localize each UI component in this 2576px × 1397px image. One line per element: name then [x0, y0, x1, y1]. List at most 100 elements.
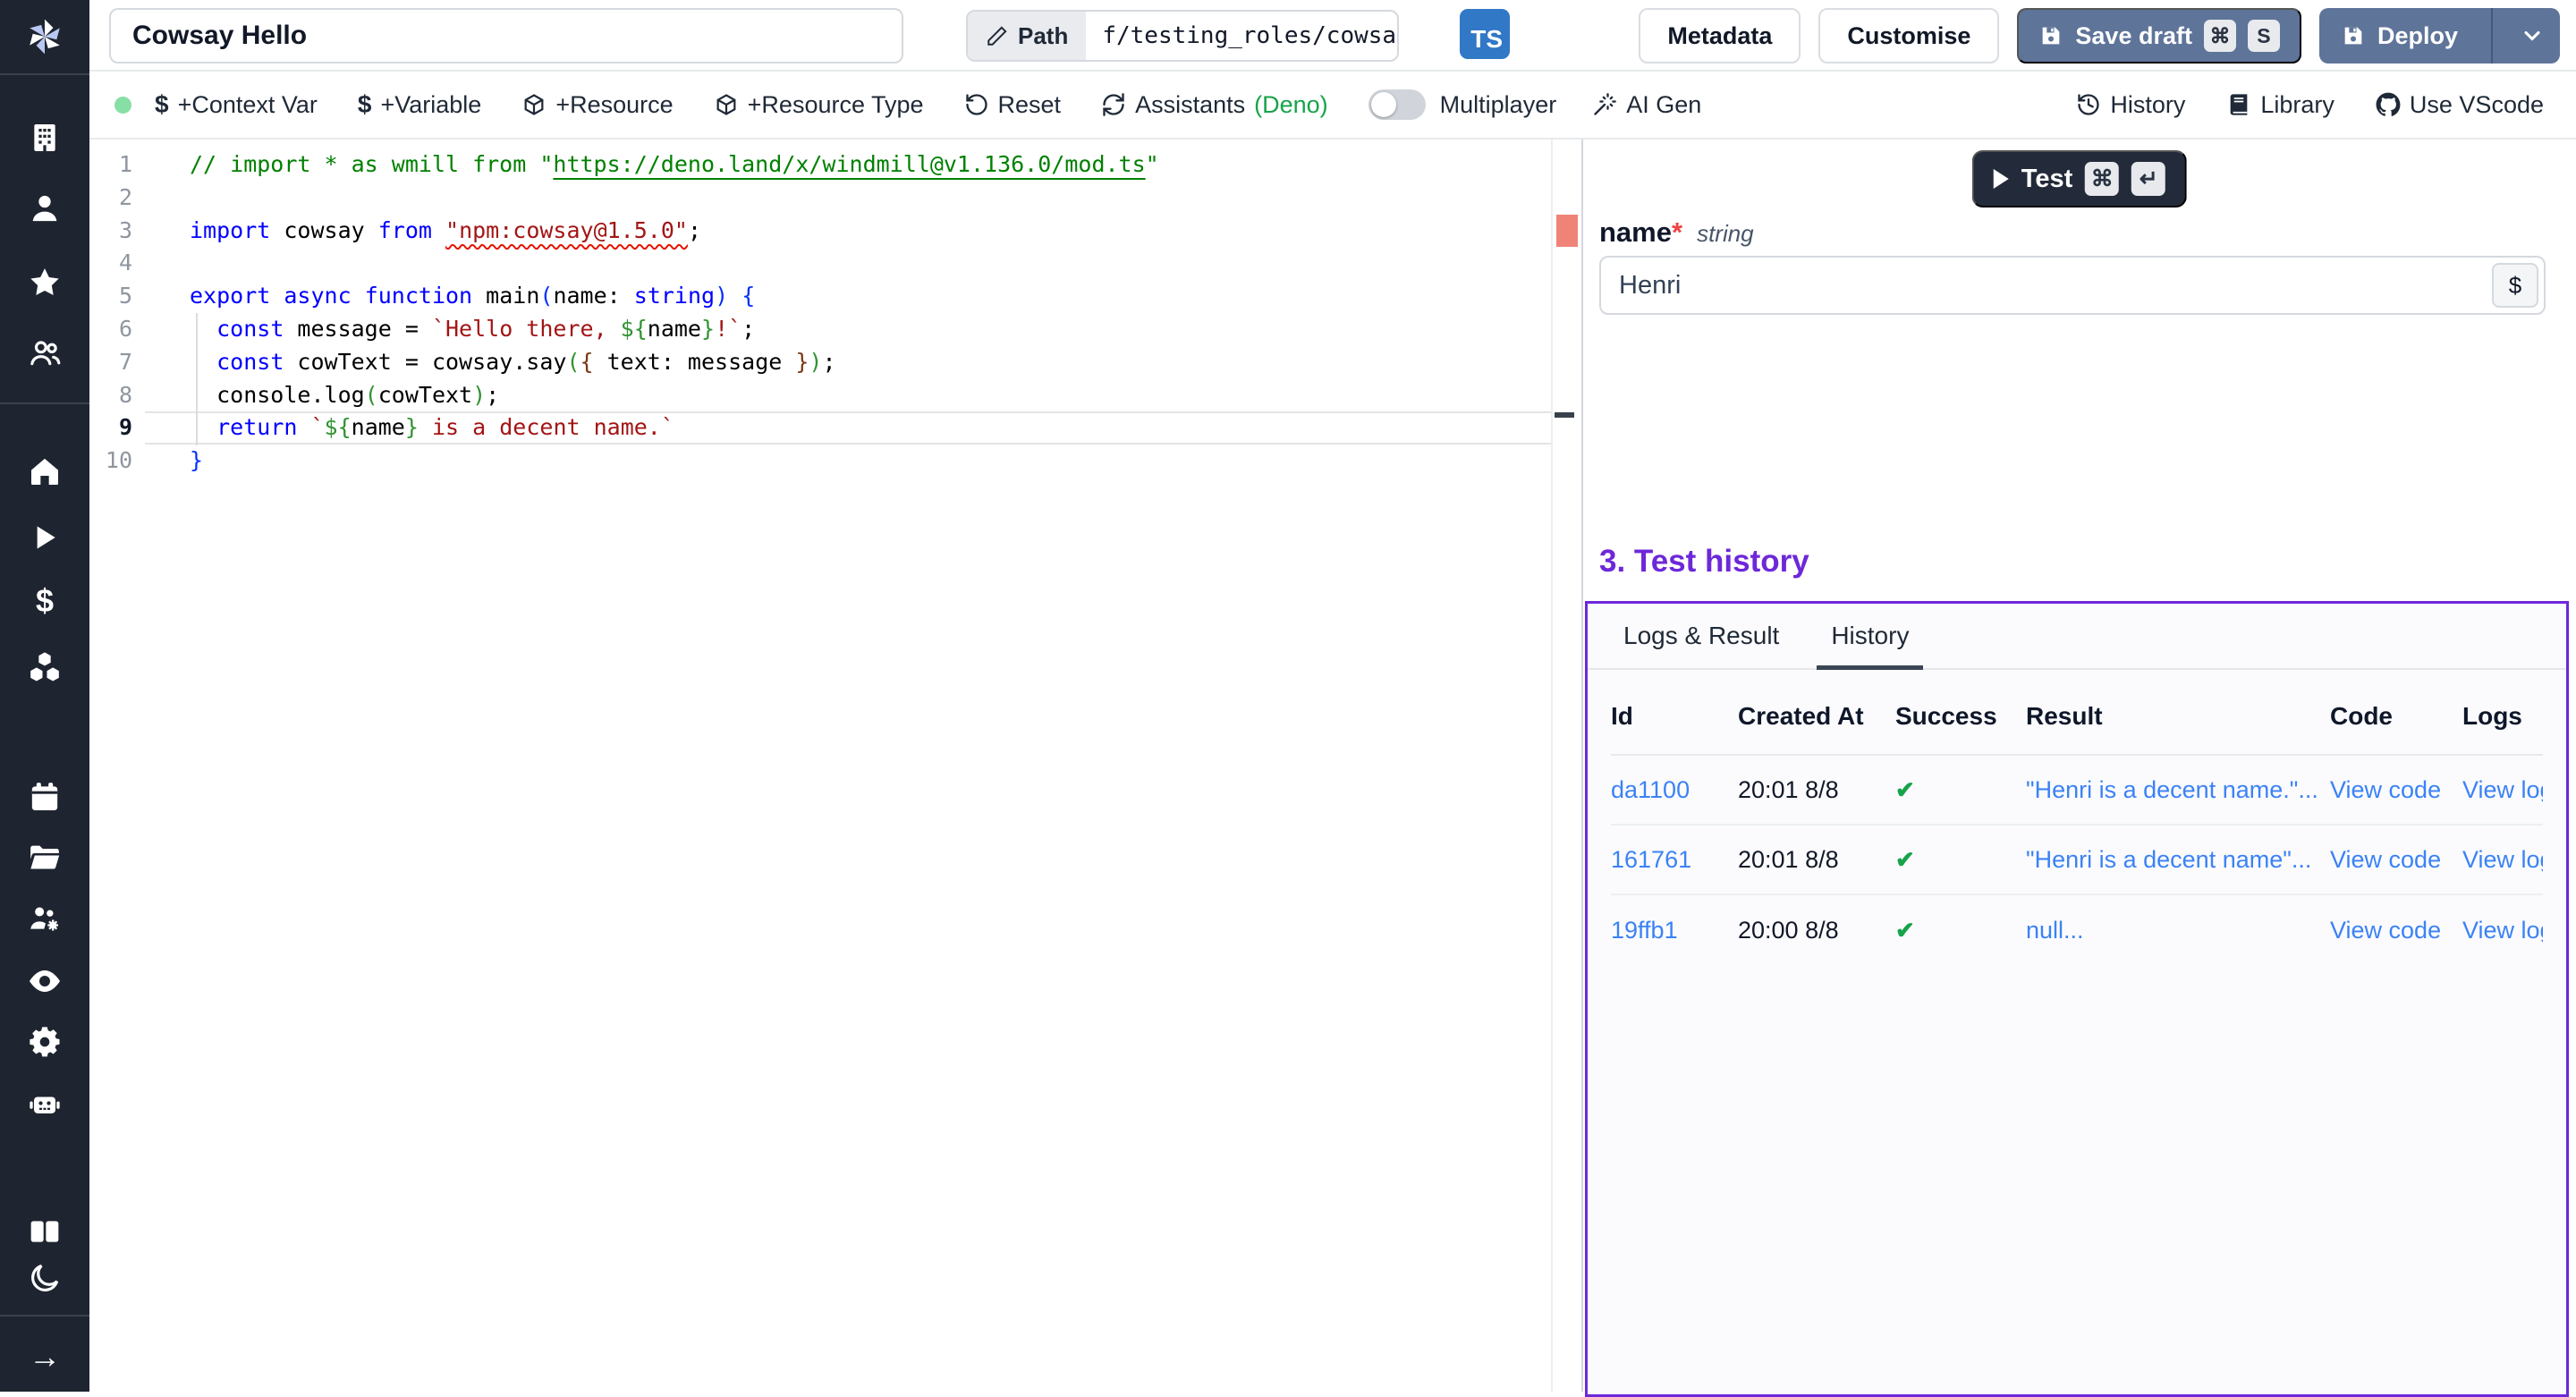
building-icon[interactable]	[25, 118, 64, 157]
col-result: Result	[2026, 702, 2330, 731]
dollar-icon[interactable]: $	[25, 581, 64, 621]
view-code-link[interactable]: View code	[2330, 917, 2462, 944]
path-button[interactable]: Path	[968, 12, 1086, 60]
name-arg-input[interactable]	[1599, 256, 2546, 315]
arrow-right-icon[interactable]: →	[25, 1337, 64, 1376]
library-button[interactable]: Library	[2226, 91, 2334, 119]
save-draft-label: Save draft	[2075, 22, 2192, 50]
line-number: 7	[89, 346, 145, 379]
line-number: 10	[89, 444, 145, 478]
path-group[interactable]: Path f/testing_roles/cowsa	[966, 10, 1399, 62]
tab-logs-result[interactable]: Logs & Result	[1609, 604, 1793, 668]
add-resource-button[interactable]: +Resource	[521, 91, 673, 119]
path-value[interactable]: f/testing_roles/cowsa	[1086, 12, 1397, 60]
users-gear-icon[interactable]	[25, 899, 64, 938]
line-number: 4	[89, 247, 145, 280]
boxes-icon[interactable]	[25, 648, 64, 687]
wand-icon	[1592, 92, 1617, 117]
script-name-input[interactable]	[109, 8, 903, 64]
required-asterisk: *	[1672, 216, 1682, 249]
status-dot	[114, 97, 131, 114]
overview-ruler[interactable]	[1551, 140, 1581, 1392]
moon-icon[interactable]	[25, 1258, 64, 1298]
robot-icon[interactable]	[25, 1084, 64, 1123]
play-icon[interactable]	[25, 518, 64, 557]
book-icon[interactable]	[25, 1212, 64, 1251]
save-draft-button[interactable]: Save draft ⌘ S	[2017, 8, 2301, 64]
code-line[interactable]: 6 const message = `Hello there, ${name}!…	[89, 313, 1551, 346]
run-id-link[interactable]: da1100	[1611, 776, 1738, 804]
result-link[interactable]: "Henri is a decent name."...	[2026, 776, 2330, 804]
result-link[interactable]: "Henri is a decent name"...	[2026, 846, 2330, 874]
view-code-link[interactable]: View code	[2330, 846, 2462, 874]
reset-button[interactable]: Reset	[964, 91, 1062, 119]
code-line[interactable]: 4	[89, 247, 1551, 280]
package-icon	[714, 92, 739, 117]
view-logs-link[interactable]: View logs	[2462, 776, 2543, 804]
eye-icon[interactable]	[25, 961, 64, 1001]
play-icon	[1994, 169, 2009, 189]
use-vscode-button[interactable]: Use VScode	[2376, 91, 2544, 119]
history-icon	[2076, 92, 2101, 117]
metadata-button[interactable]: Metadata	[1639, 8, 1801, 64]
add-variable-button[interactable]: $ +Variable	[358, 90, 481, 119]
deploy-button[interactable]: Deploy	[2319, 8, 2479, 64]
run-id-link[interactable]: 161761	[1611, 846, 1738, 874]
add-context-var-button[interactable]: $ +Context Var	[155, 90, 318, 119]
code-editor[interactable]: 1// import * as wmill from "https://deno…	[89, 140, 1581, 1392]
view-logs-link[interactable]: View logs	[2462, 917, 2543, 944]
code-line[interactable]: 1// import * as wmill from "https://deno…	[89, 148, 1551, 182]
add-resource-type-button[interactable]: +Resource Type	[714, 91, 924, 119]
history-button[interactable]: History	[2076, 91, 2185, 119]
result-link[interactable]: null...	[2026, 917, 2330, 944]
test-label: Test	[2021, 165, 2072, 194]
home-icon[interactable]	[25, 452, 64, 491]
code-line[interactable]: 2	[89, 182, 1551, 215]
sidebar: $ →	[0, 0, 89, 1392]
multiplayer-toggle[interactable]	[1368, 89, 1426, 120]
cmd-key-badge: ⌘	[2085, 162, 2119, 196]
run-id-link[interactable]: 19ffb1	[1611, 917, 1738, 944]
test-button[interactable]: Test ⌘ ↵	[1972, 150, 2187, 207]
code-line[interactable]: 8 console.log(cowText);	[89, 379, 1551, 412]
add-resource-type-label: +Resource Type	[748, 91, 924, 119]
user-icon[interactable]	[25, 189, 64, 228]
code-line[interactable]: 5export async function main(name: string…	[89, 280, 1551, 313]
indent-guide	[196, 313, 198, 445]
assistants-button[interactable]: Assistants (Deno)	[1101, 91, 1328, 119]
calendar-icon[interactable]	[25, 777, 64, 817]
users-icon[interactable]	[25, 334, 64, 373]
variable-picker-button[interactable]: $	[2492, 263, 2538, 308]
view-logs-link[interactable]: View logs	[2462, 846, 2543, 874]
path-label: Path	[1018, 22, 1068, 50]
code-line[interactable]: 7 const cowText = cowsay.say({ text: mes…	[89, 346, 1551, 379]
topbar: Path f/testing_roles/cowsa TS Metadata C…	[89, 0, 2576, 72]
folder-icon[interactable]	[25, 838, 64, 877]
save-icon	[2038, 23, 2063, 48]
gear-icon[interactable]	[25, 1022, 64, 1062]
col-success: Success	[1895, 702, 2026, 731]
ai-gen-button[interactable]: AI Gen	[1592, 91, 1701, 119]
deploy-separator	[2491, 8, 2493, 64]
code-line[interactable]: 9 return `${name} is a decent name.`	[89, 411, 1551, 444]
line-number: 5	[89, 280, 145, 313]
deploy-dropdown-button[interactable]	[2504, 8, 2560, 64]
multiplayer-label: Multiplayer	[1440, 91, 1557, 119]
tab-history[interactable]: History	[1817, 604, 1923, 668]
history-table-header: Id Created At Success Result Code Logs	[1611, 702, 2543, 756]
error-marker	[1556, 215, 1578, 247]
code-line[interactable]: 10}	[89, 444, 1551, 478]
code-lines[interactable]: 1// import * as wmill from "https://deno…	[89, 140, 1551, 1392]
reset-label: Reset	[998, 91, 1062, 119]
history-row: 19ffb120:00 8/8✔null...View codeView log…	[1611, 895, 2543, 965]
history-table: Id Created At Success Result Code Logs d…	[1611, 702, 2543, 965]
chevron-down-icon	[2520, 23, 2545, 48]
star-icon[interactable]	[25, 263, 64, 302]
library-label: Library	[2260, 91, 2334, 119]
view-code-link[interactable]: View code	[2330, 776, 2462, 804]
success-check-icon: ✔	[1895, 776, 2026, 804]
windmill-logo[interactable]	[0, 0, 89, 75]
test-history-panel: Logs & Result History Id Created At Succ…	[1585, 601, 2569, 1397]
customise-button[interactable]: Customise	[1818, 8, 1999, 64]
code-line[interactable]: 3import cowsay from "npm:cowsay@1.5.0";	[89, 215, 1551, 248]
